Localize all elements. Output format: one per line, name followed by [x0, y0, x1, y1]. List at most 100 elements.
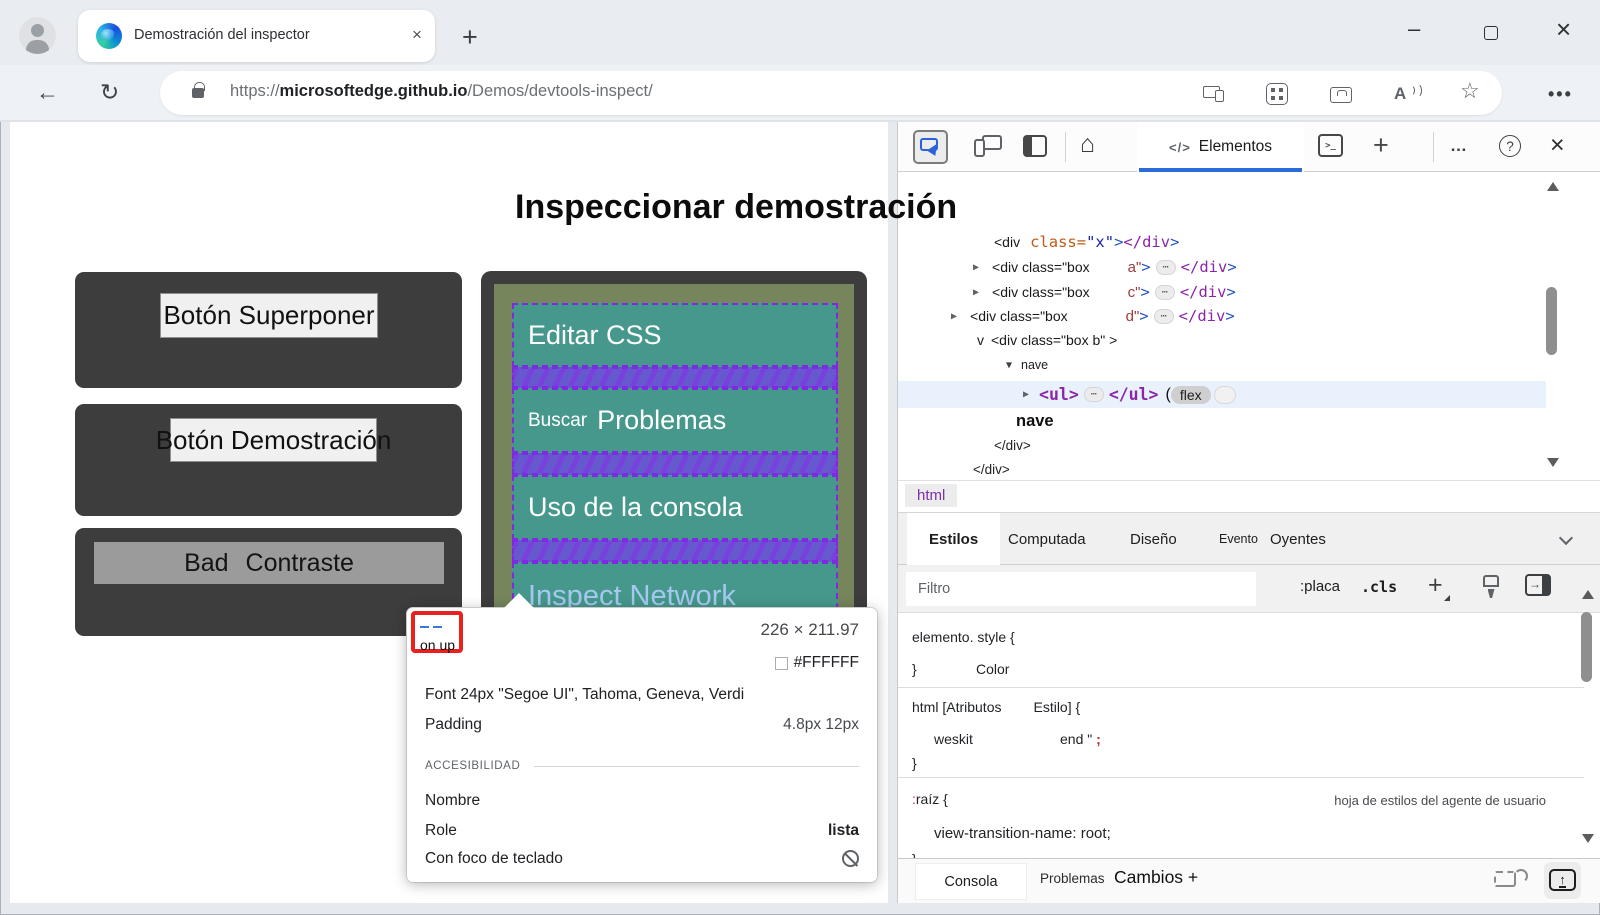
not-allowed-icon [842, 850, 859, 867]
paintbrush-icon[interactable] [1483, 575, 1499, 587]
dom-tree-row[interactable]: ▶<div class="boxc">⋯</div> [973, 283, 1236, 301]
tab-layout[interactable]: Diseño [1130, 513, 1177, 565]
dom-node-segment [1214, 386, 1236, 404]
device-emulation-button[interactable] [974, 135, 1004, 159]
favorites-star-icon[interactable]: ☆ [1460, 78, 1486, 104]
dom-tree-row[interactable]: ▶<div class="boxd">⋯</div> [951, 307, 1235, 325]
dock-side-button[interactable] [1023, 135, 1047, 157]
tab-event-listeners[interactable]: Evento [1219, 513, 1258, 565]
dom-node-segment: </div [1181, 258, 1228, 276]
add-panel-button[interactable]: + [1373, 130, 1389, 161]
drawer-tab-issues[interactable]: Problemas [1040, 871, 1105, 886]
flex-gap-overlay [512, 453, 838, 475]
drawer-tab-changes[interactable]: Cambios + [1114, 867, 1198, 888]
profile-avatar[interactable] [19, 17, 56, 54]
chevron-down-icon[interactable] [1559, 531, 1573, 545]
settings-menu-icon[interactable]: ••• [1548, 84, 1573, 105]
rule-note-color: Color [976, 661, 1009, 677]
nav-item-console[interactable]: Uso de la consola [512, 475, 838, 540]
read-aloud-icon[interactable]: A [1394, 84, 1420, 110]
scrollbar-thumb[interactable] [1581, 612, 1592, 682]
inspect-element-button[interactable] [913, 130, 948, 164]
flex-gap-overlay [512, 367, 838, 388]
rule-html-selector[interactable]: html [AtributosEstilo] { [912, 699, 1080, 715]
new-style-rule-button[interactable]: + [1428, 571, 1443, 600]
expand-arrow-icon: ▶ [1023, 389, 1029, 400]
nav-panel: Editar CSS BuscarProblemas Uso de la con… [481, 271, 867, 643]
upload-icon: ↑ [1549, 869, 1576, 891]
element-dimensions: 226 × 211.97 [761, 620, 859, 640]
styles-scrollbar[interactable] [1579, 572, 1596, 858]
console-panel-icon[interactable]: >_ [1318, 134, 1343, 157]
nav-item-edit-css[interactable]: Editar CSS [512, 303, 838, 367]
more-options-icon[interactable]: … [1450, 136, 1468, 156]
rule-value: end " ; [1060, 731, 1101, 747]
dom-node-segment: ⋯ [1156, 260, 1176, 275]
styles-filter-input[interactable] [906, 572, 1256, 606]
computed-shortcut-icon[interactable]: → [1525, 574, 1551, 596]
nav-panel-background: Editar CSS BuscarProblemas Uso de la con… [494, 284, 854, 630]
apps-icon[interactable] [1266, 83, 1288, 105]
demo-button[interactable]: Botón Demostración [170, 418, 377, 462]
browser-tab[interactable]: Demostración del inspector × [78, 10, 435, 62]
workspaces-icon[interactable] [1330, 87, 1352, 103]
export-button-background[interactable]: ↑ [1544, 862, 1581, 899]
styles-rules-pane: elemento. style { } Color html [Atributo… [898, 613, 1584, 858]
window-close-button[interactable]: × [1556, 14, 1571, 45]
tab-close-icon[interactable]: × [404, 22, 430, 48]
dom-tree-row[interactable]: nave [1016, 412, 1054, 431]
class-toggle[interactable]: .cls [1361, 578, 1397, 596]
bad-contrast-button[interactable]: BadContraste [94, 542, 444, 584]
lock-icon [192, 88, 204, 98]
dom-scrollbar[interactable] [1544, 172, 1561, 480]
stylesheet-origin-note: hoja de estilos del agente de usuario [1334, 793, 1546, 808]
url-path: /Demos/devtools-inspect/ [467, 82, 652, 100]
rule-root-selector[interactable]: :raíz { [912, 791, 948, 807]
dom-tree-row[interactable]: ▼nave [1006, 358, 1048, 372]
dom-node-segment: "x" [1086, 233, 1114, 251]
help-icon[interactable]: ? [1499, 135, 1521, 157]
dom-tree-row[interactable]: <divclass="x"></div> [994, 233, 1179, 251]
hover-state-toggle[interactable]: :placa [1300, 578, 1340, 595]
back-button[interactable]: ← [36, 79, 59, 106]
tab-elements[interactable]: </> Elementos [1137, 122, 1304, 172]
dom-tree-row[interactable]: </div> [994, 438, 1031, 453]
new-tab-button[interactable]: + [462, 22, 478, 53]
scroll-up-icon[interactable] [1547, 182, 1559, 191]
rule-property[interactable]: weskit [934, 731, 973, 747]
dom-tree-row[interactable]: v<div class="box b" > [977, 332, 1117, 348]
dom-node-segment: flex [1171, 386, 1211, 404]
address-bar[interactable]: https://microsoftedge.github.io/Demos/de… [160, 71, 1502, 115]
scroll-up-icon[interactable] [1582, 590, 1594, 599]
dom-tree-row[interactable]: </div> [973, 462, 1010, 477]
url-text[interactable]: https://microsoftedge.github.io/Demos/de… [230, 82, 653, 101]
restart-frame-icon[interactable] [1494, 871, 1516, 887]
tab-styles[interactable]: Estilos [907, 513, 1000, 565]
rule-view-transition[interactable]: view-transition-name: root; [934, 825, 1111, 842]
refresh-button[interactable]: ↻ [100, 79, 119, 106]
dom-node-segment: <div class="box [970, 308, 1068, 324]
dom-tree-row[interactable]: ▶<ul>⋯</ul>(flex [898, 381, 1546, 408]
drawer-tab-console[interactable]: Consola [916, 864, 1026, 899]
scroll-down-icon[interactable] [1582, 834, 1594, 843]
send-to-devices-icon[interactable] [1203, 81, 1229, 107]
breadcrumb-item-html[interactable]: html [905, 484, 957, 507]
nav-item-label: Problemas [597, 405, 726, 436]
rule-element-style-open[interactable]: elemento. style { [912, 629, 1015, 645]
edge-logo-icon [96, 23, 122, 49]
devtools-close-icon[interactable]: × [1550, 131, 1565, 160]
home-icon[interactable]: ⌂ [1080, 130, 1095, 159]
padding-value: 4.8px 12px [783, 716, 859, 734]
scrollbar-thumb[interactable] [1546, 287, 1557, 355]
overlay-button[interactable]: Botón Superponer [160, 293, 378, 338]
button-container-3: BadContraste [75, 528, 462, 636]
window-maximize-button[interactable] [1484, 26, 1498, 40]
window-minimize-button[interactable]: – [1408, 16, 1420, 42]
scroll-down-icon[interactable] [1547, 458, 1559, 467]
tab-event-listeners[interactable]: Oyentes [1270, 513, 1326, 565]
selector-text: html [Atributos [912, 699, 1001, 715]
tab-computed[interactable]: Computada [1008, 513, 1086, 565]
dom-tree-row[interactable]: ▶<div class="boxa">⋯</div> [973, 258, 1237, 276]
nav-item-find-issues[interactable]: BuscarProblemas [512, 388, 838, 453]
expand-arrow-icon: ▶ [973, 287, 979, 298]
